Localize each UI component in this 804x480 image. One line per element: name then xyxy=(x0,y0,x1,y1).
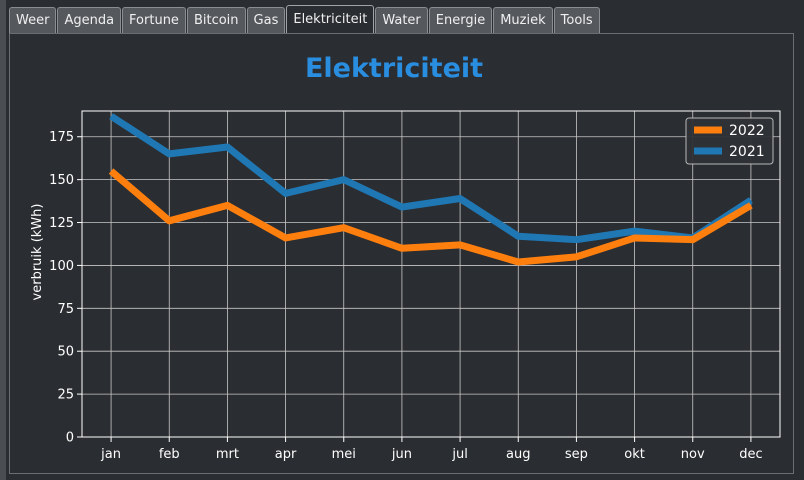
series-line-2022 xyxy=(108,168,753,266)
x-tick-label-dec: dec xyxy=(739,447,762,462)
y-tick-label: 175 xyxy=(49,130,74,145)
tab-tools[interactable]: Tools xyxy=(553,7,600,33)
x-tick-label-mrt: mrt xyxy=(216,447,239,462)
tab-weer[interactable]: Weer xyxy=(9,7,57,33)
tab-panel-elektriciteit: Elektriciteit verbruik (kWh) 0 25 50 75 100 1… xyxy=(9,33,794,474)
tab-energie[interactable]: Energie xyxy=(428,7,493,33)
legend-label-2022: 2022 xyxy=(729,123,765,139)
x-tick-label-aug: aug xyxy=(506,447,530,462)
tab-bar: Weer Agenda Fortune Bitcoin Gas Elektriciteit… xyxy=(9,5,601,33)
y-tick-label: 125 xyxy=(49,216,74,231)
tab-bitcoin[interactable]: Bitcoin xyxy=(186,7,246,33)
x-tick-label-mei: mei xyxy=(332,447,356,462)
tab-muziek[interactable]: Muziek xyxy=(493,7,553,33)
series-line-2021 xyxy=(109,113,753,244)
y-tick-label: 0 xyxy=(66,431,74,446)
y-axis-label: verbruik (kWh) xyxy=(30,204,45,301)
legend-label-2021: 2021 xyxy=(729,144,765,160)
app-window: Weer Agenda Fortune Bitcoin Gas Elektriciteit… xyxy=(0,0,804,480)
x-tick-label-nov: nov xyxy=(681,447,705,462)
tab-fortune[interactable]: Fortune xyxy=(122,7,186,33)
legend: 2022 2021 xyxy=(685,117,774,165)
electricity-chart: Elektriciteit verbruik (kWh) 0 25 50 75 100 1… xyxy=(30,53,781,462)
y-tick-label: 25 xyxy=(57,388,74,403)
plot-area-frame xyxy=(81,110,781,438)
x-tick-label-feb: feb xyxy=(159,447,180,462)
x-tick-label-sep: sep xyxy=(565,447,588,462)
x-tick-label-okt: okt xyxy=(624,447,645,462)
tab-gas[interactable]: Gas xyxy=(246,7,286,33)
y-tick-label: 75 xyxy=(57,302,74,317)
x-tick-label-jun: jun xyxy=(391,447,412,462)
tab-water[interactable]: Water xyxy=(375,7,428,33)
tab-elektriciteit[interactable]: Elektriciteit xyxy=(286,5,375,33)
tab-agenda[interactable]: Agenda xyxy=(57,7,122,33)
y-tick-label: 100 xyxy=(49,259,74,274)
x-tick-label-apr: apr xyxy=(275,447,297,462)
chart-title: Elektriciteit xyxy=(305,53,483,84)
window-left-edge xyxy=(0,0,6,480)
y-tick-label: 50 xyxy=(57,345,74,360)
grid-lines xyxy=(82,111,780,438)
x-tick-label-jan: jan xyxy=(100,447,121,462)
series-lines xyxy=(108,113,753,266)
y-tick-label: 150 xyxy=(49,173,74,188)
x-tick-label-jul: jul xyxy=(451,447,467,462)
